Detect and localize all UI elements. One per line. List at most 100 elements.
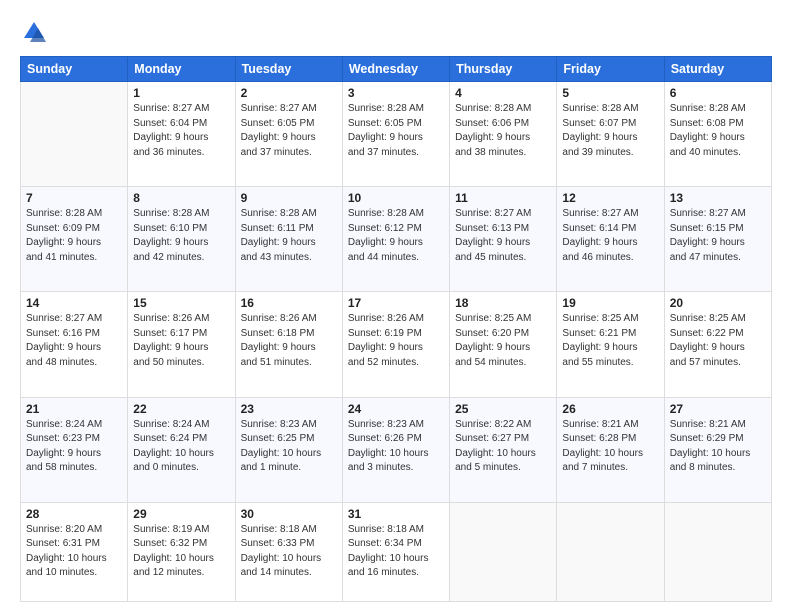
day-number: 30: [241, 507, 337, 521]
calendar-cell: 13 Sunrise: 8:27 AMSunset: 6:15 PMDayligh…: [664, 187, 771, 292]
weekday-header-thursday: Thursday: [450, 57, 557, 82]
weekday-header-wednesday: Wednesday: [342, 57, 449, 82]
calendar-cell: 26Sunrise: 8:21 AMSunset: 6:28 PMDayligh…: [557, 397, 664, 502]
calendar-cell: 16 Sunrise: 8:26 AMSunset: 6:18 PMDayligh…: [235, 292, 342, 397]
day-number: 2: [241, 86, 337, 100]
day-number: 15: [133, 296, 229, 310]
calendar-cell: 8 Sunrise: 8:28 AMSunset: 6:10 PMDaylight…: [128, 187, 235, 292]
day-number: 21: [26, 402, 122, 416]
day-info: Sunrise: 8:28 AMSunset: 6:08 PMDaylight:…: [670, 102, 766, 160]
day-info: Sunrise: 8:21 AMSunset: 6:29 PMDaylight:…: [670, 418, 766, 476]
day-number: 11: [455, 191, 551, 205]
calendar-cell: 19 Sunrise: 8:25 AMSunset: 6:21 PMDayligh…: [557, 292, 664, 397]
day-number: 1: [133, 86, 229, 100]
calendar-cell: [557, 502, 664, 601]
day-info: Sunrise: 8:28 AMSunset: 6:09 PMDaylight:…: [26, 207, 122, 265]
calendar-cell: 31 Sunrise: 8:18 AMSunset: 6:34 PMDayligh…: [342, 502, 449, 601]
day-info: Sunrise: 8:19 AMSunset: 6:32 PMDaylight:…: [133, 523, 229, 581]
calendar-cell: 7 Sunrise: 8:28 AMSunset: 6:09 PMDaylight…: [21, 187, 128, 292]
calendar-cell: 27 Sunrise: 8:21 AMSunset: 6:29 PMDayligh…: [664, 397, 771, 502]
day-info: Sunrise: 8:28 AMSunset: 6:10 PMDaylight:…: [133, 207, 229, 265]
day-number: 24: [348, 402, 444, 416]
day-info: Sunrise: 8:25 AMSunset: 6:22 PMDaylight:…: [670, 312, 766, 370]
day-info: Sunrise: 8:28 AMSunset: 6:06 PMDaylight:…: [455, 102, 551, 160]
day-number: 17: [348, 296, 444, 310]
calendar-cell: 5 Sunrise: 8:28 AMSunset: 6:07 PMDaylight…: [557, 82, 664, 187]
calendar-cell: 15 Sunrise: 8:26 AMSunset: 6:17 PMDayligh…: [128, 292, 235, 397]
weekday-header-tuesday: Tuesday: [235, 57, 342, 82]
weekday-header-row: SundayMondayTuesdayWednesdayThursdayFrid…: [21, 57, 772, 82]
calendar-cell: 2Sunrise: 8:27 AMSunset: 6:05 PMDaylight…: [235, 82, 342, 187]
day-info: Sunrise: 8:27 AMSunset: 6:13 PMDaylight:…: [455, 207, 551, 265]
day-number: 7: [26, 191, 122, 205]
day-number: 23: [241, 402, 337, 416]
day-info: Sunrise: 8:27 AMSunset: 6:04 PMDaylight:…: [133, 102, 229, 160]
calendar-cell: 30 Sunrise: 8:18 AMSunset: 6:33 PMDayligh…: [235, 502, 342, 601]
day-number: 8: [133, 191, 229, 205]
calendar-cell: 14 Sunrise: 8:27 AMSunset: 6:16 PMDayligh…: [21, 292, 128, 397]
day-number: 27: [670, 402, 766, 416]
day-number: 5: [562, 86, 658, 100]
calendar-cell: 22 Sunrise: 8:24 AMSunset: 6:24 PMDayligh…: [128, 397, 235, 502]
calendar-cell: 12 Sunrise: 8:27 AMSunset: 6:14 PMDayligh…: [557, 187, 664, 292]
weekday-header-friday: Friday: [557, 57, 664, 82]
day-info: Sunrise: 8:27 AMSunset: 6:14 PMDaylight:…: [562, 207, 658, 265]
calendar-cell: 21 Sunrise: 8:24 AMSunset: 6:23 PMDayligh…: [21, 397, 128, 502]
day-info: Sunrise: 8:28 AMSunset: 6:05 PMDaylight:…: [348, 102, 444, 160]
day-info: Sunrise: 8:26 AMSunset: 6:17 PMDaylight:…: [133, 312, 229, 370]
day-number: 16: [241, 296, 337, 310]
day-number: 10: [348, 191, 444, 205]
calendar-cell: 3 Sunrise: 8:28 AMSunset: 6:05 PMDaylight…: [342, 82, 449, 187]
day-info: Sunrise: 8:25 AMSunset: 6:20 PMDaylight:…: [455, 312, 551, 370]
weekday-header-monday: Monday: [128, 57, 235, 82]
day-number: 22: [133, 402, 229, 416]
calendar-cell: [21, 82, 128, 187]
day-number: 14: [26, 296, 122, 310]
day-number: 18: [455, 296, 551, 310]
day-info: Sunrise: 8:26 AMSunset: 6:18 PMDaylight:…: [241, 312, 337, 370]
day-number: 4: [455, 86, 551, 100]
day-number: 3: [348, 86, 444, 100]
weekday-header-saturday: Saturday: [664, 57, 771, 82]
day-info: Sunrise: 8:26 AMSunset: 6:19 PMDaylight:…: [348, 312, 444, 370]
day-info: Sunrise: 8:18 AMSunset: 6:33 PMDaylight:…: [241, 523, 337, 581]
calendar-cell: [664, 502, 771, 601]
calendar-cell: 6 Sunrise: 8:28 AMSunset: 6:08 PMDaylight…: [664, 82, 771, 187]
day-info: Sunrise: 8:27 AMSunset: 6:16 PMDaylight:…: [26, 312, 122, 370]
weekday-header-sunday: Sunday: [21, 57, 128, 82]
day-info: Sunrise: 8:28 AMSunset: 6:07 PMDaylight:…: [562, 102, 658, 160]
day-info: Sunrise: 8:25 AMSunset: 6:21 PMDaylight:…: [562, 312, 658, 370]
day-info: Sunrise: 8:18 AMSunset: 6:34 PMDaylight:…: [348, 523, 444, 581]
day-info: Sunrise: 8:21 AMSunset: 6:28 PMDaylight:…: [562, 418, 658, 476]
day-info: Sunrise: 8:24 AMSunset: 6:24 PMDaylight:…: [133, 418, 229, 476]
calendar-cell: 18 Sunrise: 8:25 AMSunset: 6:20 PMDayligh…: [450, 292, 557, 397]
calendar-cell: 23 Sunrise: 8:23 AMSunset: 6:25 PMDayligh…: [235, 397, 342, 502]
day-number: 20: [670, 296, 766, 310]
logo-icon: [20, 18, 48, 46]
day-info: Sunrise: 8:23 AMSunset: 6:26 PMDaylight:…: [348, 418, 444, 476]
day-number: 12: [562, 191, 658, 205]
logo: [20, 18, 52, 46]
calendar-cell: 1 Sunrise: 8:27 AMSunset: 6:04 PMDaylight…: [128, 82, 235, 187]
day-info: Sunrise: 8:23 AMSunset: 6:25 PMDaylight:…: [241, 418, 337, 476]
day-number: 19: [562, 296, 658, 310]
calendar-table: SundayMondayTuesdayWednesdayThursdayFrid…: [20, 56, 772, 602]
calendar-cell: 29Sunrise: 8:19 AMSunset: 6:32 PMDayligh…: [128, 502, 235, 601]
day-info: Sunrise: 8:28 AMSunset: 6:12 PMDaylight:…: [348, 207, 444, 265]
day-number: 6: [670, 86, 766, 100]
calendar-cell: 25 Sunrise: 8:22 AMSunset: 6:27 PMDayligh…: [450, 397, 557, 502]
page-header: [20, 18, 772, 46]
day-number: 9: [241, 191, 337, 205]
day-number: 13: [670, 191, 766, 205]
calendar-cell: 10 Sunrise: 8:28 AMSunset: 6:12 PMDayligh…: [342, 187, 449, 292]
day-number: 31: [348, 507, 444, 521]
calendar-cell: 24 Sunrise: 8:23 AMSunset: 6:26 PMDayligh…: [342, 397, 449, 502]
day-info: Sunrise: 8:24 AMSunset: 6:23 PMDaylight:…: [26, 418, 122, 476]
calendar-cell: 9Sunrise: 8:28 AMSunset: 6:11 PMDaylight…: [235, 187, 342, 292]
calendar-cell: 17 Sunrise: 8:26 AMSunset: 6:19 PMDayligh…: [342, 292, 449, 397]
day-info: Sunrise: 8:22 AMSunset: 6:27 PMDaylight:…: [455, 418, 551, 476]
day-number: 28: [26, 507, 122, 521]
day-number: 25: [455, 402, 551, 416]
day-info: Sunrise: 8:27 AMSunset: 6:15 PMDaylight:…: [670, 207, 766, 265]
day-info: Sunrise: 8:20 AMSunset: 6:31 PMDaylight:…: [26, 523, 122, 581]
